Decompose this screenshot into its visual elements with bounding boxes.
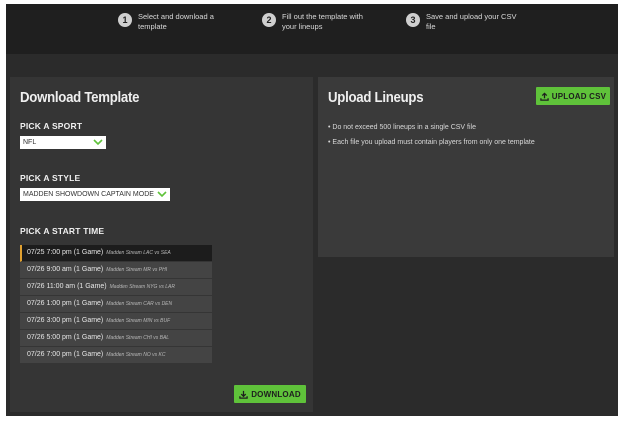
upload-button-label: UPLOAD CSV xyxy=(551,91,607,101)
step-3: 3 Save and upload your CSV file xyxy=(406,12,518,32)
chevron-down-icon xyxy=(93,139,103,146)
sport-select[interactable]: NFL xyxy=(20,136,106,149)
start-time-subtitle: Madden Stream CAR vs DEN xyxy=(106,301,173,307)
import-lineups-app: 1 Select and download a template 2 Fill … xyxy=(6,4,618,416)
step-number: 3 xyxy=(406,13,420,27)
steps-header: 1 Select and download a template 2 Fill … xyxy=(6,4,618,54)
start-time-option[interactable]: 07/26 1:00 pm (1 Game) Madden Stream CAR … xyxy=(20,296,212,313)
panel-title: Download Template xyxy=(20,89,140,106)
start-time-text: 07/25 7:00 pm (1 Game) xyxy=(27,249,104,256)
step-2: 2 Fill out the template with your lineup… xyxy=(262,12,374,32)
style-value: MADDEN SHOWDOWN CAPTAIN MODE xyxy=(23,191,154,198)
upload-lineups-panel: Upload Lineups UPLOAD CSV • Do not excee… xyxy=(318,77,614,257)
chevron-down-icon xyxy=(157,191,167,198)
step-number: 1 xyxy=(118,13,132,27)
start-time-option[interactable]: 07/26 3:00 pm (1 Game) Madden Stream MIN … xyxy=(20,313,212,330)
start-time-text: 07/26 3:00 pm (1 Game) xyxy=(27,317,104,324)
step-number: 2 xyxy=(262,13,276,27)
step-text: Fill out the template with your lineups xyxy=(282,12,363,31)
start-time-subtitle: Madden Stream MR vs PHI xyxy=(106,267,168,273)
upload-csv-button[interactable]: UPLOAD CSV xyxy=(536,87,610,105)
start-time-text: 07/26 11:00 am (1 Game) xyxy=(27,283,107,290)
sport-label: PICK A SPORT xyxy=(20,121,83,131)
start-time-text: 07/26 9:00 am (1 Game) xyxy=(27,266,104,273)
start-time-option[interactable]: 07/26 9:00 am (1 Game) Madden Stream MR v… xyxy=(20,262,212,279)
upload-note: • Each file you upload must contain play… xyxy=(328,139,535,146)
download-template-panel: Download Template PICK A SPORT NFL PICK … xyxy=(10,77,313,412)
step-text: Save and upload your CSV file xyxy=(426,12,517,31)
start-time-subtitle: Madden Stream NYG vs LAR xyxy=(109,284,175,290)
start-time-text: 07/26 7:00 pm (1 Game) xyxy=(27,351,104,358)
start-time-text: 07/26 5:00 pm (1 Game) xyxy=(27,334,104,341)
download-icon xyxy=(239,390,248,399)
step-1: 1 Select and download a template xyxy=(118,12,230,32)
step-text: Select and download a template xyxy=(138,12,214,31)
start-time-option[interactable]: 07/26 5:00 pm (1 Game) Madden Stream CHI … xyxy=(20,330,212,347)
start-time-option[interactable]: 07/26 7:00 pm (1 Game) Madden Stream NO v… xyxy=(20,347,212,364)
upload-icon xyxy=(540,91,549,101)
start-time-subtitle: Madden Stream LAC vs SEA xyxy=(106,250,171,256)
download-button[interactable]: DOWNLOAD xyxy=(234,385,306,403)
style-select[interactable]: MADDEN SHOWDOWN CAPTAIN MODE xyxy=(20,188,170,201)
start-time-option[interactable]: 07/26 11:00 am (1 Game) Madden Stream NYG… xyxy=(20,279,212,296)
start-time-subtitle: Madden Stream NO vs KC xyxy=(106,352,166,358)
download-button-label: DOWNLOAD xyxy=(251,389,301,399)
start-time-option[interactable]: 07/25 7:00 pm (1 Game) Madden Stream LAC … xyxy=(20,245,212,262)
start-time-subtitle: Madden Stream CHI vs BAL xyxy=(106,335,170,341)
upload-notes: • Do not exceed 500 lineups in a single … xyxy=(328,123,535,153)
sport-value: NFL xyxy=(23,139,37,146)
start-time-label: PICK A START TIME xyxy=(20,226,105,236)
start-time-text: 07/26 1:00 pm (1 Game) xyxy=(27,300,104,307)
style-label: PICK A STYLE xyxy=(20,173,81,183)
upload-note: • Do not exceed 500 lineups in a single … xyxy=(328,124,476,131)
start-time-list: 07/25 7:00 pm (1 Game) Madden Stream LAC … xyxy=(20,245,212,364)
panel-title: Upload Lineups xyxy=(328,89,424,106)
start-time-subtitle: Madden Stream MIN vs BUF xyxy=(106,318,171,324)
